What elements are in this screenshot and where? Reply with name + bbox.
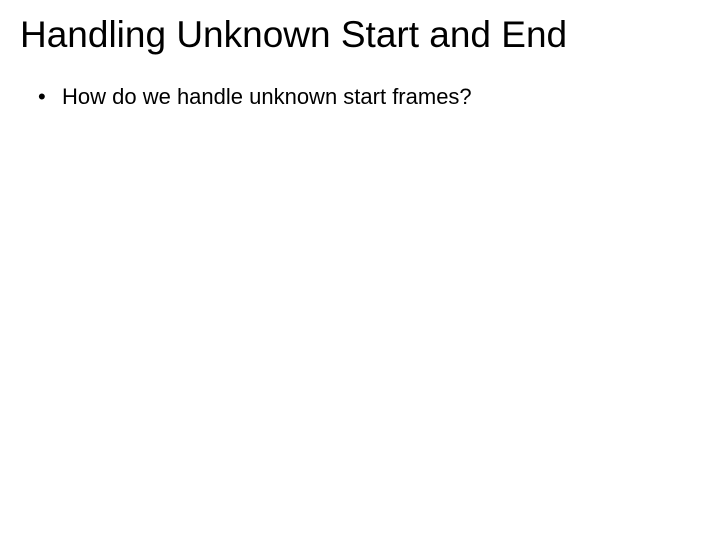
bullet-list: How do we handle unknown start frames? [20,84,700,110]
bullet-item: How do we handle unknown start frames? [38,84,700,110]
slide-title: Handling Unknown Start and End [20,14,700,56]
slide-container: Handling Unknown Start and End How do we… [0,0,720,540]
